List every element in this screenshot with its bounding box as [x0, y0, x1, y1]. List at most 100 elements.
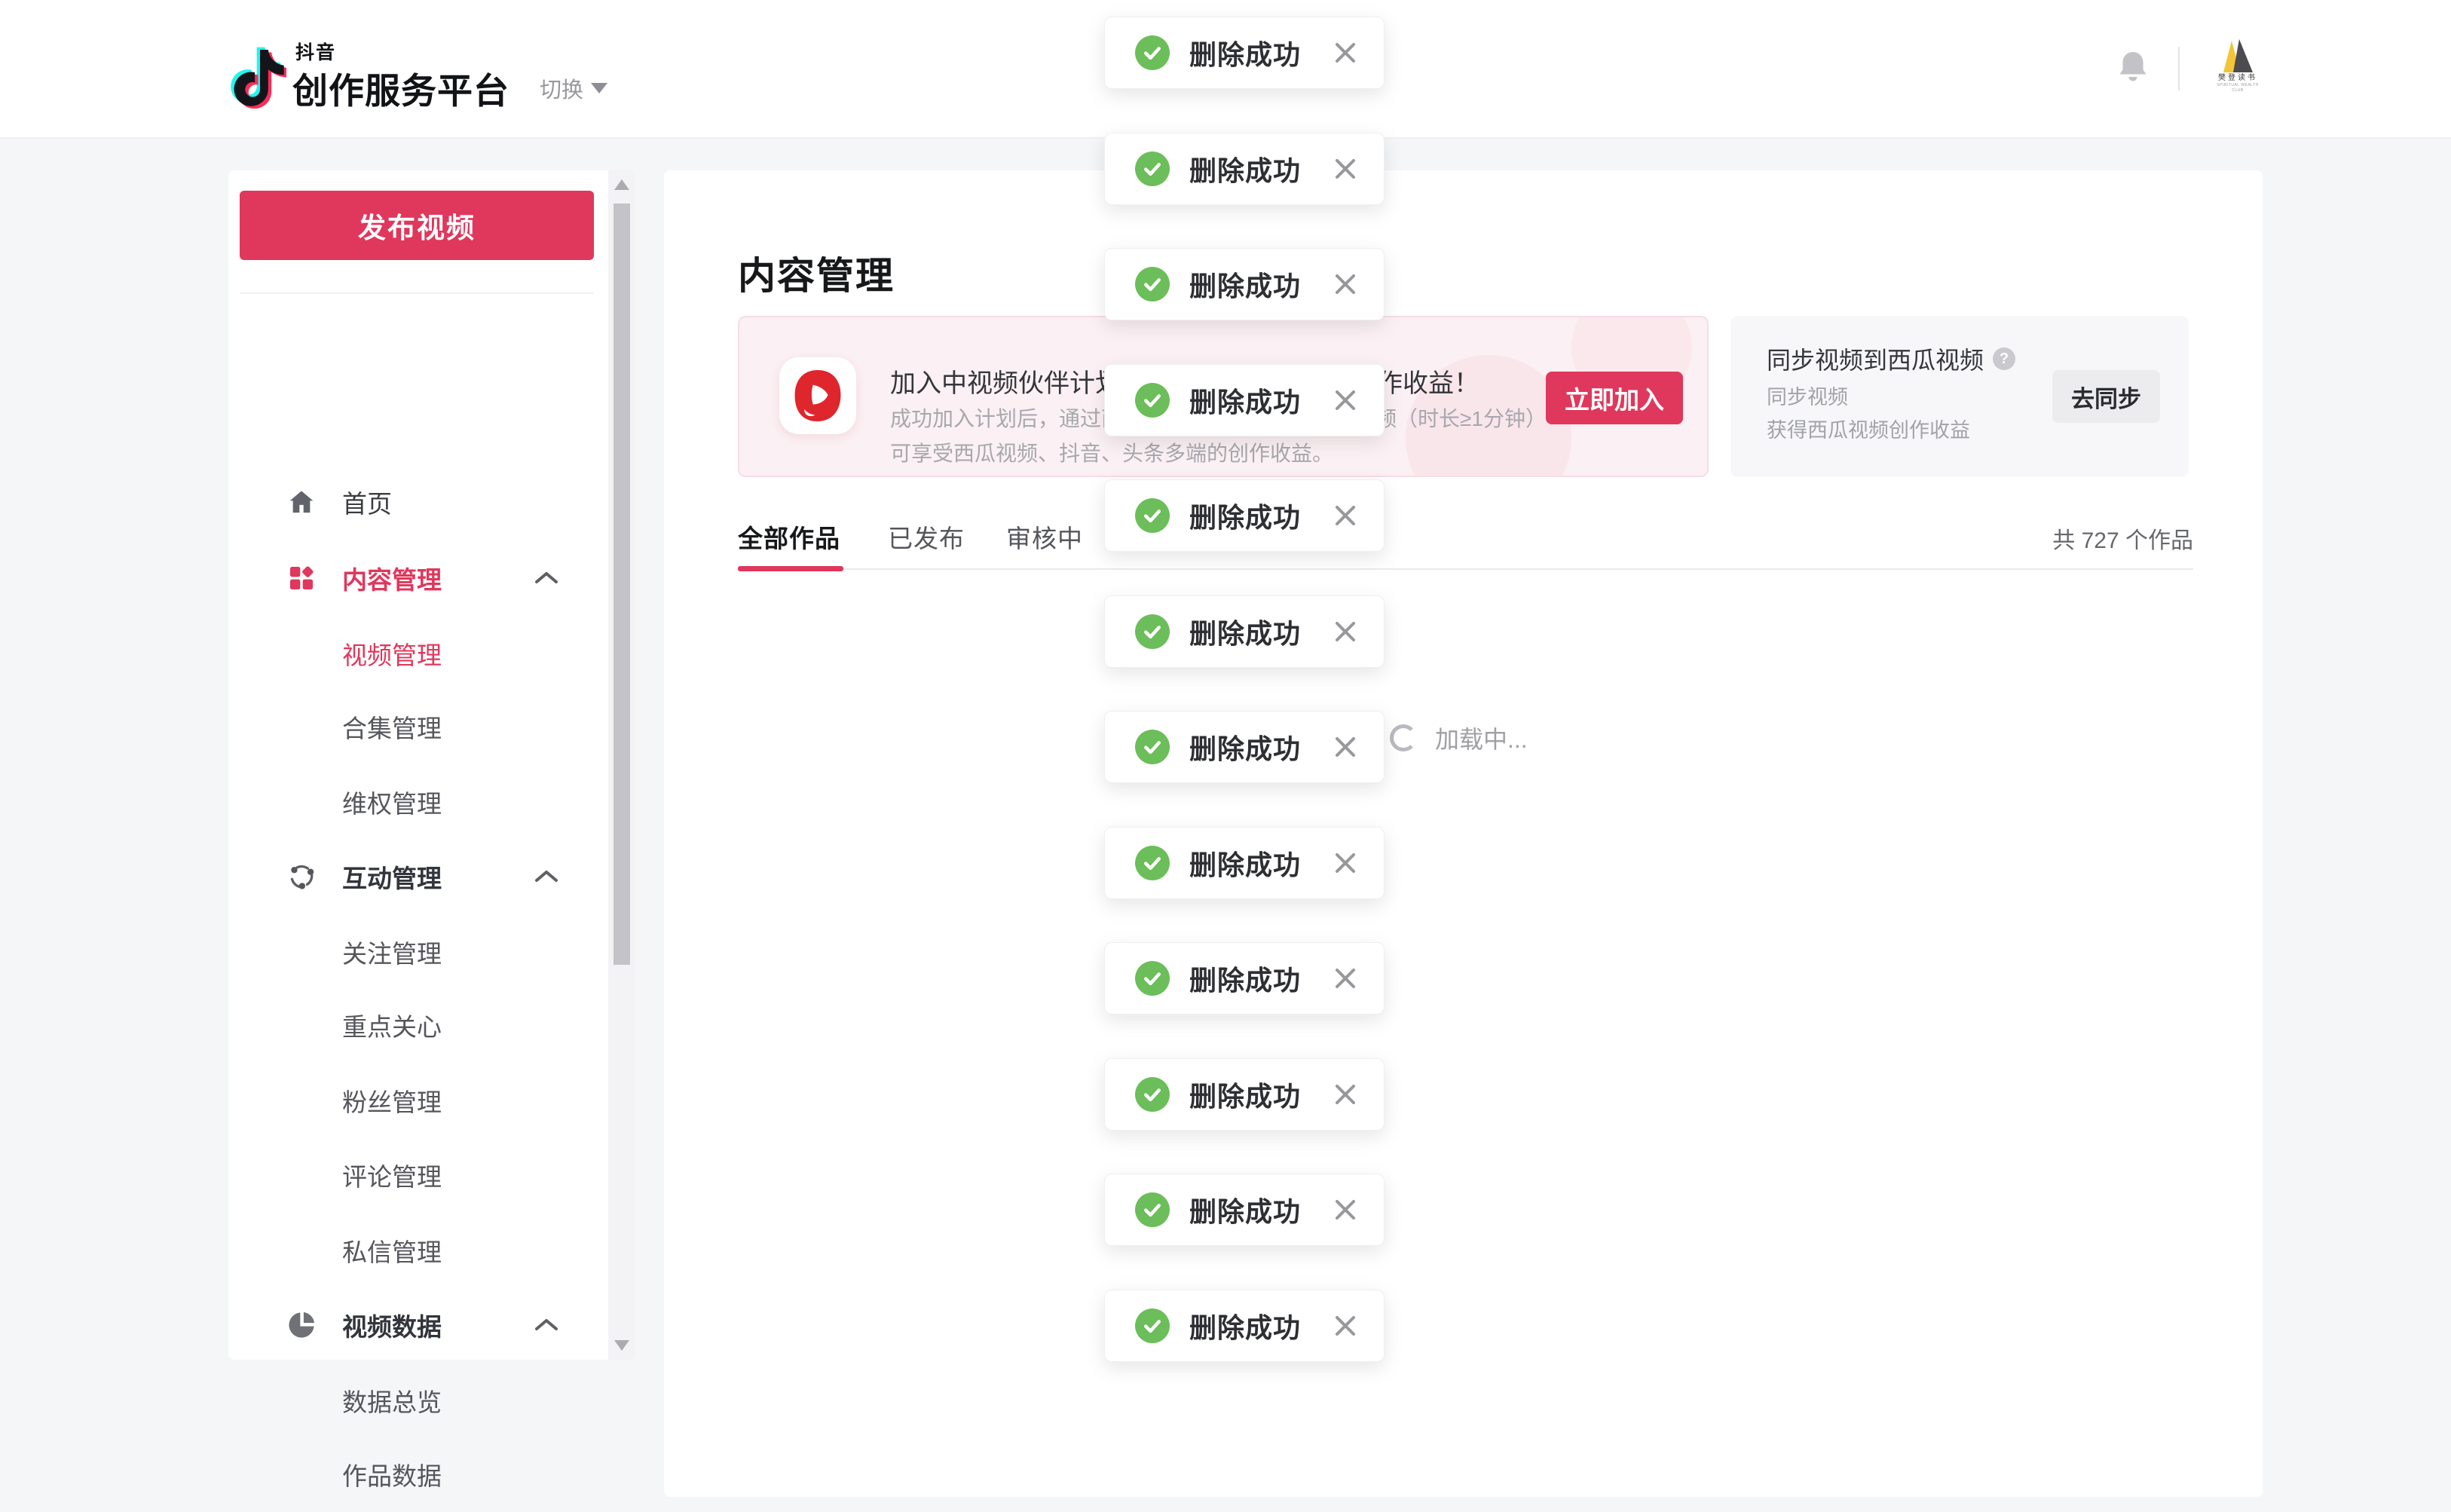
- sidebar-item-video-data[interactable]: 视频数据: [240, 1287, 594, 1363]
- sidebar-item-label: 首页: [342, 484, 392, 520]
- loading-text: 加载中...: [1435, 721, 1528, 755]
- close-icon[interactable]: [1333, 271, 1358, 297]
- works-tabs: 全部作品 已发布 审核中 共 727 个作品: [738, 510, 2193, 570]
- sidebar-item-follow-management[interactable]: 关注管理: [240, 914, 594, 990]
- success-check-icon: [1135, 498, 1170, 533]
- sync-panel-title: 同步视频到西瓜视频: [1767, 341, 1984, 376]
- brand-name-large: 创作服务平台: [292, 62, 509, 114]
- tab-all-works[interactable]: 全部作品: [738, 519, 840, 555]
- toast-message: 删除成功: [1189, 727, 1301, 767]
- success-toast: 删除成功: [1104, 133, 1385, 205]
- success-toast: 删除成功: [1104, 711, 1385, 783]
- success-toast: 删除成功: [1104, 942, 1385, 1015]
- close-icon[interactable]: [1333, 1082, 1358, 1107]
- close-icon[interactable]: [1333, 503, 1358, 528]
- toast-message: 删除成功: [1189, 33, 1301, 72]
- sidebar-item-interaction-management[interactable]: 互动管理: [240, 839, 594, 914]
- sidebar-item-content-management[interactable]: 内容管理: [240, 540, 594, 616]
- sidebar-item-label: 私信管理: [342, 1232, 442, 1269]
- switch-label: 切换: [540, 72, 583, 104]
- scroll-down-arrow[interactable]: [614, 1340, 629, 1351]
- avatar-dark-triangle: [2233, 39, 2253, 72]
- close-icon[interactable]: [1333, 1313, 1358, 1339]
- avatar-brand-subtext: SPIRITUAL WEALTH CLUB: [2213, 83, 2263, 93]
- brand-name-small: 抖音: [295, 38, 336, 65]
- sidebar-item-rights-management[interactable]: 维权管理: [240, 764, 594, 840]
- sync-subtext-line1: 同步视频: [1767, 381, 1970, 414]
- avatar-logo-shapes: [2213, 39, 2263, 74]
- scrollbar-thumb[interactable]: [614, 204, 630, 965]
- sidebar-item-label: 维权管理: [342, 784, 442, 820]
- sidebar-scrollbar[interactable]: [608, 170, 635, 1360]
- page-title: 内容管理: [738, 246, 895, 300]
- tab-label: 已发布: [888, 525, 965, 552]
- success-toast: 删除成功: [1104, 595, 1385, 668]
- sidebar-item-label: 视频管理: [342, 635, 442, 672]
- sidebar-item-home[interactable]: 首页: [240, 464, 594, 540]
- notification-bell-icon[interactable]: [2115, 48, 2151, 86]
- success-toast: 删除成功: [1104, 827, 1385, 899]
- sidebar-item-label: 重点关心: [342, 1007, 442, 1043]
- tab-under-review[interactable]: 审核中: [1006, 519, 1083, 555]
- close-icon[interactable]: [1333, 966, 1358, 991]
- success-toast: 删除成功: [1104, 364, 1385, 436]
- join-now-button[interactable]: 立即加入: [1546, 372, 1683, 424]
- toast-message: 删除成功: [1189, 1306, 1301, 1345]
- main-content-card: 内容管理 加入中视频伙伴计划，抖音播放也可获得创作收益！ 成功加入计划后，通过西…: [664, 170, 2263, 1497]
- close-icon[interactable]: [1333, 1197, 1358, 1223]
- toast-message: 删除成功: [1189, 381, 1301, 420]
- close-icon[interactable]: [1333, 734, 1358, 760]
- tab-label: 审核中: [1006, 525, 1083, 552]
- success-check-icon: [1135, 383, 1170, 418]
- sidebar-item-works-data[interactable]: 作品数据: [240, 1437, 594, 1512]
- active-tab-underline: [738, 566, 843, 571]
- success-check-icon: [1135, 152, 1170, 186]
- sidebar-item-comment-management[interactable]: 评论管理: [240, 1137, 594, 1213]
- sidebar-item-data-overview[interactable]: 数据总览: [240, 1363, 594, 1438]
- scroll-up-arrow[interactable]: [614, 179, 629, 190]
- publish-video-button[interactable]: 发布视频: [240, 191, 594, 260]
- works-count: 共 727 个作品: [2052, 522, 2193, 555]
- close-icon[interactable]: [1333, 387, 1358, 413]
- douyin-logo-icon: [226, 33, 286, 112]
- sidebar-item-fans-management[interactable]: 粉丝管理: [240, 1063, 594, 1138]
- success-check-icon: [1135, 614, 1170, 649]
- toast-message: 删除成功: [1189, 612, 1301, 651]
- sidebar-item-video-management[interactable]: 视频管理: [240, 616, 594, 691]
- loading-spinner-icon: [1390, 724, 1417, 751]
- switch-account-dropdown[interactable]: 切换: [540, 72, 607, 104]
- sidebar-item-key-care[interactable]: 重点关心: [240, 987, 594, 1063]
- close-icon[interactable]: [1333, 850, 1358, 876]
- sidebar-item-label: 评论管理: [342, 1157, 442, 1193]
- tab-label: 全部作品: [738, 525, 840, 552]
- sidebar-item-label: 关注管理: [342, 934, 442, 970]
- chevron-up-icon: [534, 571, 559, 586]
- interaction-icon: [283, 859, 320, 895]
- success-check-icon: [1135, 1308, 1170, 1343]
- user-avatar[interactable]: 樊登读书 SPIRITUAL WEALTH CLUB: [2213, 39, 2263, 95]
- success-toast: 删除成功: [1104, 1058, 1385, 1131]
- tab-published[interactable]: 已发布: [888, 519, 965, 555]
- sidebar-item-private-message-management[interactable]: 私信管理: [240, 1213, 594, 1288]
- header-divider: [2178, 47, 2180, 90]
- close-icon[interactable]: [1333, 619, 1358, 644]
- success-toast: 删除成功: [1104, 1174, 1385, 1246]
- toast-message: 删除成功: [1189, 1075, 1301, 1114]
- close-icon[interactable]: [1333, 40, 1358, 66]
- sync-subtext-line2: 获得西瓜视频创作收益: [1767, 414, 1970, 447]
- sidebar-item-label: 粉丝管理: [342, 1082, 442, 1119]
- sidebar: 发布视频 首页 内容管理 视频管理 合集管理 维权管理: [228, 170, 635, 1360]
- sync-to-xigua-panel: 同步视频到西瓜视频 ? 同步视频 获得西瓜视频创作收益 去同步: [1730, 316, 2189, 477]
- toast-message: 删除成功: [1189, 149, 1301, 188]
- go-sync-button[interactable]: 去同步: [2052, 370, 2160, 423]
- help-question-icon[interactable]: ?: [1993, 347, 2015, 370]
- loading-indicator: 加载中...: [1390, 721, 1528, 755]
- toast-message: 删除成功: [1189, 265, 1301, 304]
- success-check-icon: [1135, 1192, 1170, 1227]
- success-toast: 删除成功: [1104, 1290, 1385, 1362]
- xigua-video-icon: [779, 357, 856, 434]
- toast-message: 删除成功: [1189, 1190, 1301, 1229]
- close-icon[interactable]: [1333, 156, 1358, 182]
- avatar-brand-text: 樊登读书: [2213, 74, 2263, 83]
- sidebar-item-collection-management[interactable]: 合集管理: [240, 689, 594, 764]
